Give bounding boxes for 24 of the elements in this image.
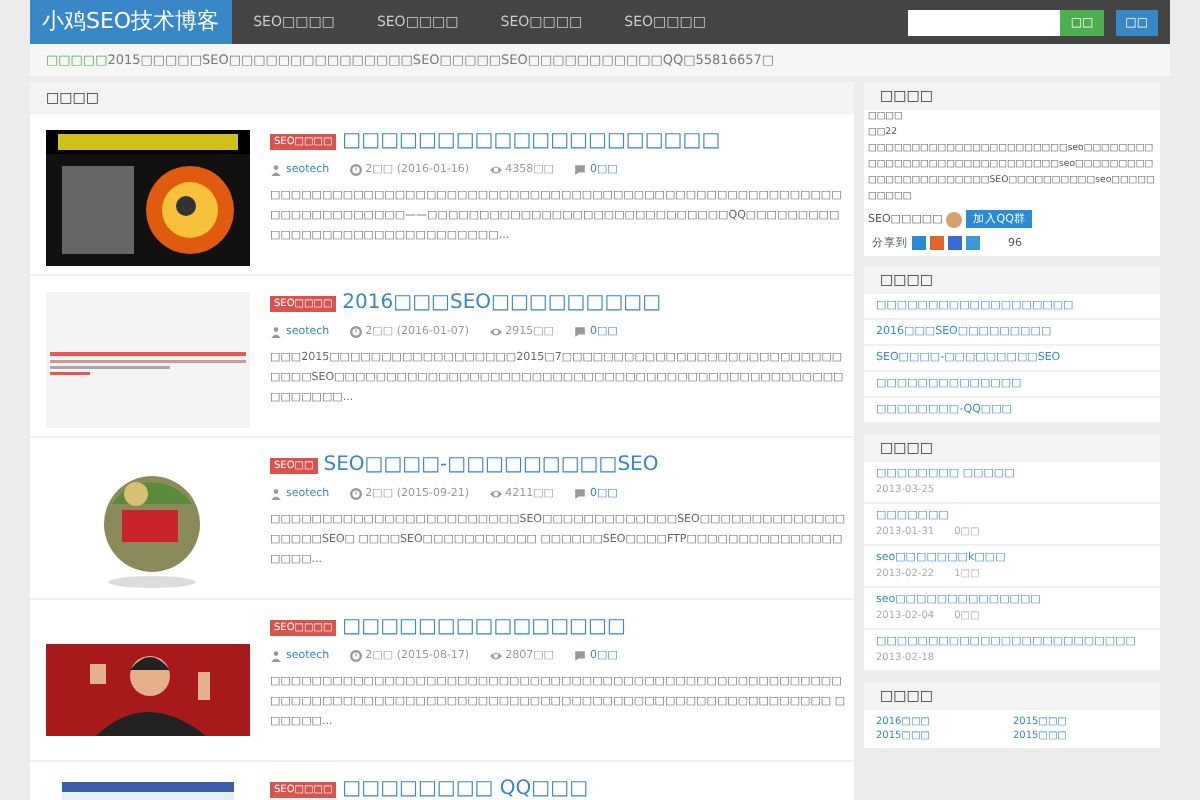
post-title[interactable]: □□□□□□□□ QQ□□□: [342, 778, 589, 800]
clock-icon: [349, 650, 362, 662]
search-field[interactable]: [908, 9, 1061, 35]
comment-icon: [573, 650, 586, 662]
clock-icon: [349, 164, 362, 176]
user-icon: [270, 650, 282, 662]
eye-icon: [489, 164, 502, 176]
user-icon: [270, 488, 282, 500]
eye-icon: [489, 650, 502, 662]
eye-icon: [489, 488, 502, 500]
comment-icon: [573, 164, 586, 176]
avatar-icon: [946, 211, 963, 227]
comment-icon: [573, 488, 586, 500]
site-logo[interactable]: 小鸡SEO技术博客: [30, 0, 232, 44]
user-icon: [270, 326, 282, 338]
post-title[interactable]: 2016□□□SEO□□□□□□□□□: [342, 292, 662, 314]
clock-icon: [349, 488, 362, 500]
eye-icon: [489, 326, 502, 338]
post-title[interactable]: □□□□□□□□□□□□□□□: [342, 616, 626, 638]
clock-icon: [349, 326, 362, 338]
post-title[interactable]: □□□□□□□□□□□□□□□□□□□□: [342, 130, 721, 152]
comment-icon: [573, 326, 586, 338]
post-title[interactable]: SEO□□□□-□□□□□□□□□SEO: [323, 454, 659, 476]
user-icon: [270, 164, 282, 176]
